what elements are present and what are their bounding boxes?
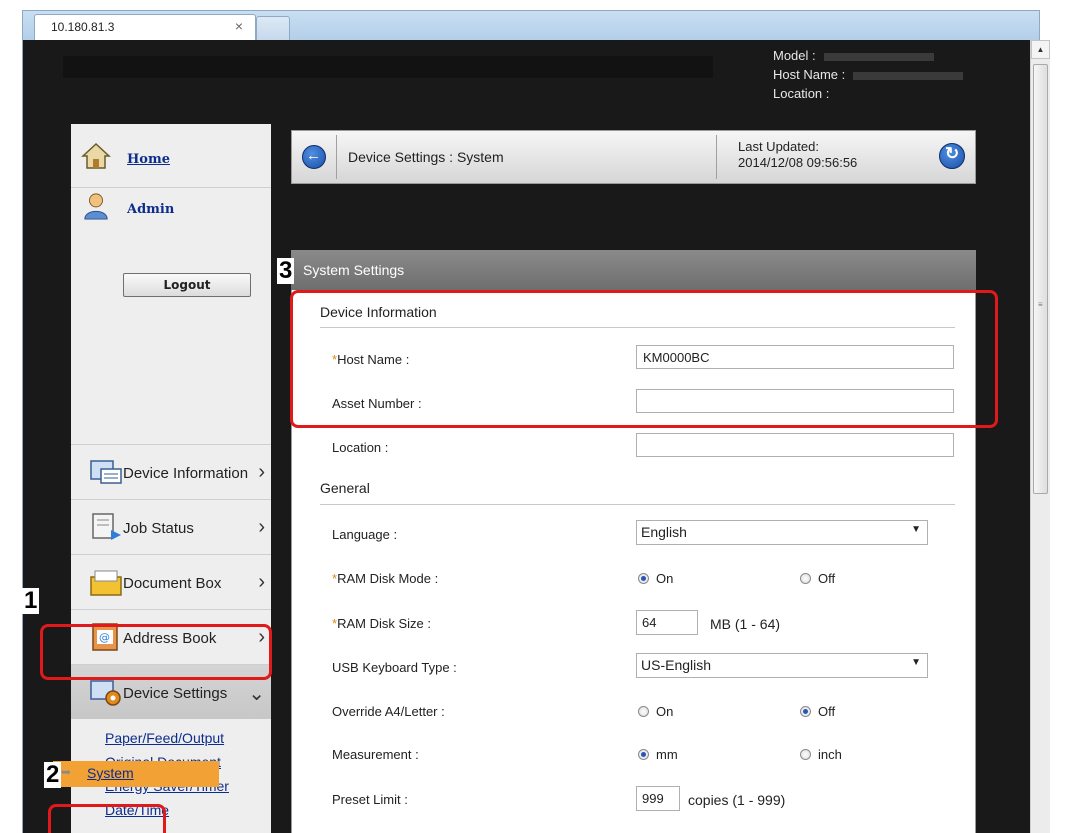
panel-header: System Settings [291, 250, 976, 290]
location-label: Location : [773, 86, 830, 101]
refresh-icon[interactable] [939, 143, 965, 169]
header-banner [63, 56, 713, 78]
measurement-inch-label: inch [818, 747, 842, 762]
override-off-radio[interactable] [800, 706, 811, 717]
submenu-system[interactable]: ➥ System [53, 761, 219, 787]
language-value: English [641, 524, 687, 540]
dropdown-arrow-icon: ▼ [911, 657, 921, 668]
chevron-right-icon: › [258, 516, 265, 538]
override-on-radio[interactable] [638, 706, 649, 717]
step-3-number: 3 [277, 257, 295, 284]
submenu-system-label: System [87, 765, 134, 781]
submenu-paper-feed-output[interactable]: Paper/Feed/Output [105, 730, 224, 746]
sidebar-item-device-information[interactable]: Device Information › [71, 444, 271, 499]
dropdown-arrow-icon: ▼ [911, 524, 921, 535]
last-updated-value: 2014/12/08 09:56:56 [738, 155, 858, 170]
redacted-model [823, 52, 934, 61]
usb-keyboard-type-value: US-English [641, 657, 712, 673]
arrow-right-icon: ➥ [61, 765, 72, 779]
usb-keyboard-type-select[interactable]: US-English ▼ [636, 653, 928, 678]
browser-tabstrip: 10.180.81.3 × [0, 0, 1065, 41]
measurement-mm-radio[interactable] [638, 749, 649, 760]
location-input[interactable] [636, 433, 954, 457]
usb-keyboard-type-label: USB Keyboard Type : [332, 660, 457, 675]
ram-disk-size-label-text: RAM Disk Size : [337, 616, 431, 631]
last-updated-label: Last Updated: [738, 139, 819, 154]
host-label: Host Name : [773, 67, 846, 82]
callout-step-2 [48, 804, 166, 833]
divider [336, 135, 337, 179]
scroll-up-icon[interactable]: ▲ [1031, 40, 1050, 59]
sidebar-item-label: Device Information [123, 465, 249, 482]
chevron-down-icon: ⌄ [248, 683, 265, 705]
override-on-label: On [656, 704, 674, 719]
ram-disk-mode-label-text: RAM Disk Mode : [337, 571, 439, 586]
override-off-label: Off [818, 704, 836, 719]
chevron-right-icon: › [258, 461, 265, 483]
language-select[interactable]: English ▼ [636, 520, 928, 545]
preset-limit-unit: copies (1 - 999) [688, 792, 786, 808]
ram-disk-size-label: *RAM Disk Size : [332, 616, 431, 631]
sidebar-item-document-box[interactable]: Document Box › [71, 554, 271, 609]
ram-disk-off-radio[interactable] [800, 573, 811, 584]
step-2-number: 2 [44, 761, 62, 788]
callout-step-3 [290, 290, 998, 428]
tab-close-icon[interactable]: × [235, 18, 243, 34]
measurement-label: Measurement : [332, 747, 419, 762]
last-updated: Last Updated: 2014/12/08 09:56:56 [738, 139, 857, 171]
ram-disk-on-radio[interactable] [638, 573, 649, 584]
sidebar-item-label: Device Settings [123, 685, 228, 702]
sidebar-admin: Admin [71, 188, 271, 232]
preset-limit-input[interactable]: 999 [636, 786, 680, 811]
back-arrow-icon[interactable] [302, 145, 326, 169]
callout-step-1 [40, 624, 272, 680]
divider [716, 135, 717, 179]
sidebar: Home Admin Logout Device Information › J… [71, 124, 271, 833]
language-label: Language : [332, 527, 398, 542]
page-title: Device Settings : System [348, 149, 504, 165]
step-1-number: 1 [22, 587, 40, 614]
home-link[interactable]: Home [127, 152, 170, 167]
page-viewport: Model : Host Name : Location : Home Admi… [22, 40, 1030, 833]
device-info-icon [90, 460, 122, 484]
device-settings-icon [90, 680, 121, 706]
model-label: Model : [773, 48, 816, 63]
device-summary: Model : Host Name : Location : [773, 46, 964, 103]
sidebar-item-label: Document Box [123, 575, 222, 592]
ram-disk-size-input[interactable]: 64 [636, 610, 698, 635]
measurement-mm-label: mm [656, 747, 678, 762]
chevron-right-icon: › [258, 571, 265, 593]
browser-tab[interactable]: 10.180.81.3 × [34, 14, 256, 41]
ram-disk-size-unit: MB (1 - 64) [710, 616, 781, 632]
location-label: Location : [332, 440, 389, 455]
logout-button[interactable]: Logout [123, 273, 251, 297]
scroll-thumb[interactable]: ≡ [1033, 64, 1048, 494]
measurement-inch-radio[interactable] [800, 749, 811, 760]
preset-limit-label: Preset Limit : [332, 792, 408, 807]
job-status-icon [92, 513, 121, 540]
user-icon [84, 193, 108, 220]
new-tab-button[interactable] [256, 16, 290, 41]
grip-icon: ≡ [1038, 300, 1043, 309]
admin-label: Admin [127, 202, 175, 217]
sidebar-item-job-status[interactable]: Job Status › [71, 499, 271, 554]
ram-disk-on-label: On [656, 571, 674, 586]
breadcrumb: Device Settings : System Last Updated: 2… [291, 130, 976, 184]
panel-title: System Settings [303, 262, 405, 278]
section-general: General [320, 480, 370, 496]
ram-disk-off-label: Off [818, 571, 836, 586]
home-icon [81, 142, 111, 169]
sidebar-home: Home [71, 130, 271, 188]
section-divider [320, 504, 955, 505]
vertical-scrollbar[interactable]: ▲ ≡ [1030, 40, 1050, 833]
ram-disk-mode-label: *RAM Disk Mode : [332, 571, 438, 586]
document-box-icon [90, 570, 122, 596]
tab-title: 10.180.81.3 [51, 20, 115, 34]
redacted-host [853, 71, 964, 80]
override-a4-letter-label: Override A4/Letter : [332, 704, 445, 719]
sidebar-item-label: Job Status [123, 520, 194, 537]
